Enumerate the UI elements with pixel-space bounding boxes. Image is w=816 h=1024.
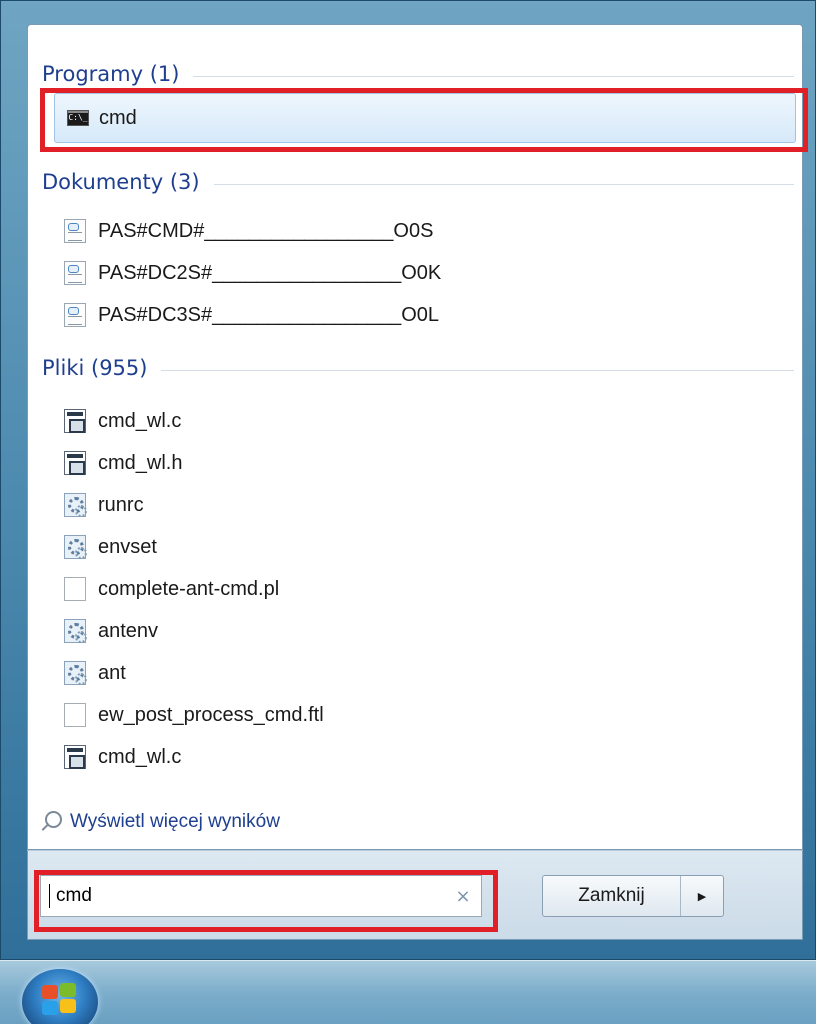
- section-files-title[interactable]: Pliki (955): [42, 356, 147, 380]
- section-files: Pliki (955): [42, 351, 794, 385]
- shutdown-button-group: Zamknij ▶: [542, 875, 724, 917]
- file-item-label: cmd_wl.c: [98, 409, 182, 432]
- shutdown-button[interactable]: Zamknij: [543, 876, 681, 916]
- document-item-label: PAS#DC3S#_________________O0L: [98, 303, 440, 326]
- start-menu-bottom-bar: cmd × Zamknij ▶: [27, 850, 803, 940]
- section-divider: [213, 183, 794, 185]
- settings-file-icon: [64, 619, 87, 643]
- file-item[interactable]: ant: [64, 655, 764, 691]
- file-item[interactable]: ew_post_process_cmd.ftl: [64, 697, 764, 733]
- cmd-console-icon: C:\_: [67, 110, 89, 126]
- program-result-cmd[interactable]: C:\_ cmd: [54, 93, 796, 143]
- blank-file-icon: [64, 577, 86, 601]
- file-item[interactable]: cmd_wl.c: [64, 403, 764, 439]
- windows-logo-blue: [42, 1001, 58, 1015]
- document-item-label: PAS#CMD#_________________O0S: [98, 219, 434, 242]
- document-item-label: PAS#DC2S#_________________O0K: [98, 261, 442, 284]
- search-input[interactable]: cmd ×: [40, 875, 482, 917]
- file-item-label: cmd_wl.h: [98, 451, 183, 474]
- c-source-icon: [64, 409, 86, 433]
- file-item-label: runrc: [98, 493, 144, 516]
- taskbar: [0, 960, 816, 1024]
- file-item-label: antenv: [98, 619, 159, 642]
- file-item-label: complete-ant-cmd.pl: [98, 577, 280, 600]
- section-divider: [193, 75, 794, 77]
- section-programs: Programy (1): [42, 57, 794, 91]
- windows-start-orb-icon[interactable]: [22, 969, 98, 1024]
- settings-file-icon: [64, 535, 87, 559]
- clear-icon[interactable]: ×: [445, 886, 481, 907]
- file-item[interactable]: envset: [64, 529, 764, 565]
- text-caret: [49, 884, 50, 908]
- section-programs-title[interactable]: Programy (1): [42, 62, 179, 86]
- search-input-value: cmd: [56, 885, 92, 906]
- blank-file-icon: [64, 703, 86, 727]
- section-documents-title[interactable]: Dokumenty (3): [42, 170, 200, 194]
- document-item[interactable]: PAS#DC2S#_________________O0K: [64, 255, 764, 291]
- file-item[interactable]: antenv: [64, 613, 764, 649]
- file-item[interactable]: complete-ant-cmd.pl: [64, 571, 764, 607]
- file-item-label: ant: [98, 661, 126, 684]
- windows-logo-yellow: [60, 999, 76, 1013]
- file-item[interactable]: cmd_wl.h: [64, 445, 764, 481]
- settings-file-icon: [64, 661, 87, 685]
- file-item[interactable]: runrc: [64, 487, 764, 523]
- search-results-panel: Programy (1) C:\_ cmd Dokumenty (3) PAS#…: [27, 24, 803, 850]
- windows-logo-red: [42, 985, 58, 999]
- settings-file-icon: [64, 493, 87, 517]
- see-more-results-link[interactable]: Wyświetl więcej wyników: [38, 805, 280, 839]
- see-more-results-label: Wyświetl więcej wyników: [70, 811, 280, 832]
- section-documents: Dokumenty (3): [42, 165, 794, 199]
- document-item[interactable]: PAS#DC3S#_________________O0L: [64, 297, 764, 333]
- file-item-label: envset: [98, 535, 157, 558]
- c-source-icon: [64, 745, 86, 769]
- c-source-icon: [64, 451, 86, 475]
- section-divider: [161, 369, 794, 371]
- file-item-label: cmd_wl.c: [98, 745, 182, 768]
- document-icon: [64, 303, 86, 327]
- search-icon: [38, 809, 64, 835]
- document-icon: [64, 219, 86, 243]
- file-item[interactable]: cmd_wl.c: [64, 739, 764, 775]
- document-item[interactable]: PAS#CMD#_________________O0S: [64, 213, 764, 249]
- document-icon: [64, 261, 86, 285]
- file-item-label: ew_post_process_cmd.ftl: [98, 703, 324, 726]
- shutdown-options-arrow-icon[interactable]: ▶: [681, 876, 723, 916]
- windows-logo-green: [60, 983, 76, 997]
- program-result-label: cmd: [99, 106, 137, 129]
